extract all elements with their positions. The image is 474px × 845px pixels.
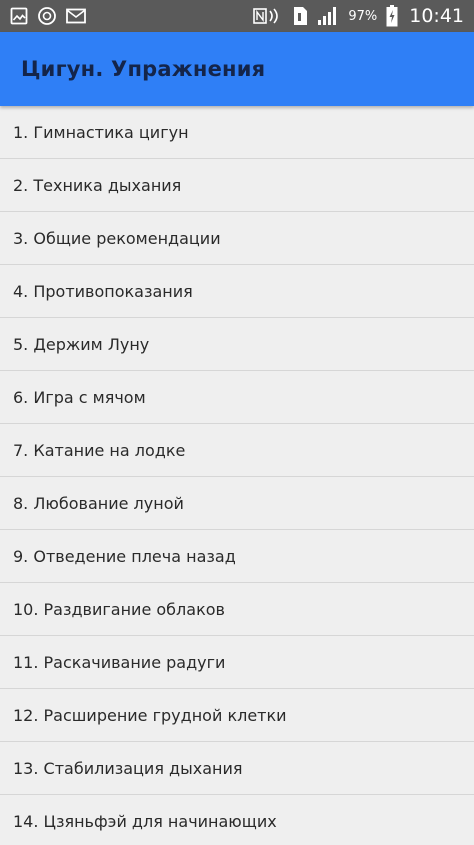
- nfc-icon: [253, 7, 283, 25]
- list-item[interactable]: 12. Расширение грудной клетки: [0, 689, 474, 742]
- battery-icon: [386, 5, 398, 27]
- list-item[interactable]: 10. Раздвигание облаков: [0, 583, 474, 636]
- list-item-label: 13. Стабилизация дыхания: [13, 758, 243, 778]
- list-item[interactable]: 4. Противопоказания: [0, 265, 474, 318]
- clock: 10:41: [409, 5, 464, 27]
- list-item[interactable]: 9. Отведение плеча назад: [0, 530, 474, 583]
- list-item[interactable]: 3. Общие рекомендации: [0, 212, 474, 265]
- list-item-label: 3. Общие рекомендации: [13, 228, 221, 248]
- list-item-label: 9. Отведение плеча назад: [13, 546, 236, 566]
- status-left: [10, 6, 86, 26]
- battery-percent: 97%: [348, 8, 378, 24]
- list-item[interactable]: 7. Катание на лодке: [0, 424, 474, 477]
- list-item[interactable]: 8. Любование луной: [0, 477, 474, 530]
- list-item[interactable]: 1. Гимнастика цигун: [0, 106, 474, 159]
- exercise-list[interactable]: 1. Гимнастика цигун 2. Техника дыхания 3…: [0, 106, 474, 845]
- list-item[interactable]: 14. Цзяньфэй для начинающих: [0, 795, 474, 845]
- mail-icon: [66, 8, 86, 24]
- app-bar: Цигун. Упражнения: [0, 32, 474, 106]
- list-item-label: 8. Любование луной: [13, 493, 184, 513]
- list-item-label: 2. Техника дыхания: [13, 175, 182, 195]
- sync-icon: [37, 6, 57, 26]
- list-item[interactable]: 13. Стабилизация дыхания: [0, 742, 474, 795]
- status-right: 97% 10:41: [253, 5, 464, 27]
- app-title: Цигун. Упражнения: [21, 57, 266, 81]
- status-bar: 97% 10:41: [0, 0, 474, 32]
- list-item-label: 14. Цзяньфэй для начинающих: [13, 811, 277, 831]
- list-item-label: 6. Игра с мячом: [13, 387, 146, 407]
- list-item[interactable]: 2. Техника дыхания: [0, 159, 474, 212]
- list-item-label: 7. Катание на лодке: [13, 440, 186, 460]
- list-item-label: 1. Гимнастика цигун: [13, 122, 189, 142]
- list-item[interactable]: 5. Держим Луну: [0, 318, 474, 371]
- screen: 97% 10:41 Цигун. Упражнения 1. Гимнастик…: [0, 0, 474, 845]
- list-item-label: 11. Раскачивание радуги: [13, 652, 226, 672]
- list-item[interactable]: 6. Игра с мячом: [0, 371, 474, 424]
- list-item-label: 4. Противопоказания: [13, 281, 193, 301]
- signal-icon: [317, 6, 339, 26]
- list-item[interactable]: 11. Раскачивание радуги: [0, 636, 474, 689]
- list-item-label: 5. Держим Луну: [13, 334, 150, 354]
- gallery-icon: [10, 7, 28, 25]
- sim-icon: [292, 6, 308, 26]
- list-item-label: 10. Раздвигание облаков: [13, 599, 225, 619]
- list-item-label: 12. Расширение грудной клетки: [13, 705, 287, 725]
